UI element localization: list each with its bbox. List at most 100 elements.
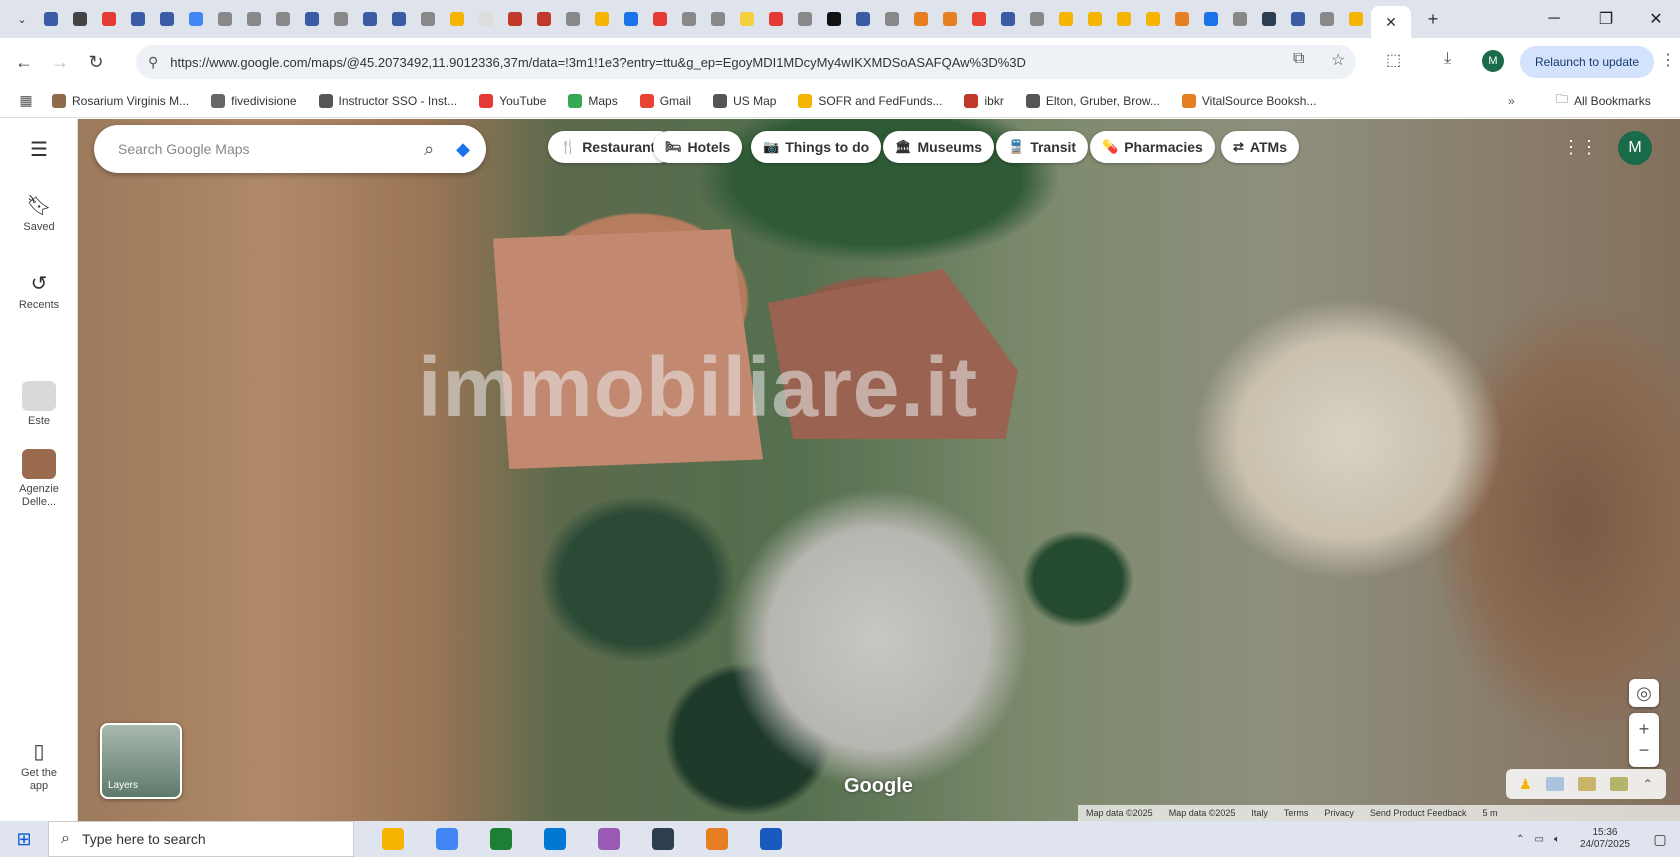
- pegman-icon[interactable]: ♟: [1519, 776, 1532, 793]
- maximize-button[interactable]: ❐: [1584, 0, 1628, 38]
- tab-favicon[interactable]: [907, 5, 935, 33]
- tab-favicon[interactable]: [1255, 5, 1283, 33]
- chip-things-to-do[interactable]: 📷 Things to do: [751, 131, 882, 163]
- tab-favicon[interactable]: [240, 5, 268, 33]
- tab-favicon[interactable]: [994, 5, 1022, 33]
- tab-favicon[interactable]: [1342, 5, 1370, 33]
- imagery-thumb-3[interactable]: [1610, 777, 1629, 791]
- volume-icon[interactable]: 🔈︎: [1554, 834, 1560, 845]
- tab-favicon[interactable]: [820, 5, 848, 33]
- taskbar-app[interactable]: [582, 821, 636, 857]
- tab-favicon[interactable]: [1313, 5, 1341, 33]
- extensions-icon[interactable]: ⬚: [1386, 50, 1401, 70]
- attribution-item[interactable]: Send Product Feedback: [1370, 808, 1467, 818]
- chip-museums[interactable]: 🏛 Museums: [883, 131, 995, 163]
- search-icon[interactable]: ⌕: [424, 139, 434, 160]
- chip-pharmacies[interactable]: 💊 Pharmacies: [1090, 131, 1215, 163]
- menu-button[interactable]: ☰: [0, 137, 78, 165]
- taskbar-app[interactable]: [474, 821, 528, 857]
- tab-favicon[interactable]: [791, 5, 819, 33]
- taskbar-app[interactable]: [690, 821, 744, 857]
- site-info-icon[interactable]: ⚲: [148, 54, 158, 71]
- bookmark-item[interactable]: VitalSource Booksh...: [1181, 93, 1316, 108]
- recent-place-este[interactable]: Este: [0, 381, 78, 427]
- minimize-button[interactable]: ─: [1532, 0, 1576, 38]
- tab-favicon[interactable]: [385, 5, 413, 33]
- more-bookmarks-icon[interactable]: »: [1508, 94, 1515, 108]
- tab-favicon[interactable]: [153, 5, 181, 33]
- directions-icon[interactable]: ◆: [456, 139, 470, 160]
- tab-favicon[interactable]: [1052, 5, 1080, 33]
- layers-button[interactable]: Layers: [100, 723, 182, 799]
- attribution-item[interactable]: Privacy: [1324, 808, 1354, 818]
- bookmark-item[interactable]: SOFR and FedFunds...: [798, 93, 942, 108]
- search-box[interactable]: Search Google Maps ⌕ ◆: [94, 125, 486, 173]
- bookmark-star-icon[interactable]: ☆: [1331, 50, 1345, 70]
- bookmark-item[interactable]: Rosarium Virginis M...: [52, 93, 189, 108]
- tab-search-button[interactable]: ⌄: [8, 5, 36, 33]
- tab-favicon[interactable]: [704, 5, 732, 33]
- active-tab[interactable]: ✕: [1371, 6, 1411, 38]
- zoom-in-button[interactable]: +: [1639, 719, 1650, 740]
- bookmark-item[interactable]: Maps: [568, 93, 618, 108]
- attribution-item[interactable]: Map data ©2025: [1086, 808, 1153, 818]
- tab-favicon[interactable]: [675, 5, 703, 33]
- attribution-item[interactable]: Terms: [1284, 808, 1309, 818]
- downloads-icon[interactable]: ⤓: [1444, 50, 1451, 68]
- saved-button[interactable]: 🔖︎ Saved: [0, 193, 78, 233]
- tab-favicon[interactable]: [443, 5, 471, 33]
- recents-button[interactable]: ↺ Recents: [0, 271, 78, 311]
- apps-grid-icon[interactable]: ▦: [0, 92, 52, 109]
- tab-favicon[interactable]: [211, 5, 239, 33]
- tab-favicon[interactable]: [559, 5, 587, 33]
- network-icon[interactable]: ▭: [1534, 834, 1543, 845]
- close-window-button[interactable]: ✕: [1634, 0, 1678, 38]
- tab-favicon[interactable]: [269, 5, 297, 33]
- relaunch-button[interactable]: Relaunch to update: [1520, 46, 1654, 78]
- tab-favicon[interactable]: [588, 5, 616, 33]
- tab-favicon[interactable]: [646, 5, 674, 33]
- address-bar[interactable]: ⚲ https://www.google.com/maps/@45.207349…: [136, 45, 1356, 79]
- back-button[interactable]: ←: [6, 44, 42, 80]
- tab-favicon[interactable]: [1226, 5, 1254, 33]
- tab-favicon[interactable]: [1284, 5, 1312, 33]
- tab-favicon[interactable]: [124, 5, 152, 33]
- taskbar-search-input[interactable]: Type here to search: [82, 831, 206, 847]
- close-tab-icon[interactable]: ✕: [1385, 14, 1397, 31]
- tab-favicon[interactable]: [530, 5, 558, 33]
- tab-favicon[interactable]: [1081, 5, 1109, 33]
- attribution-item[interactable]: Map data ©2025: [1169, 808, 1236, 818]
- tab-favicon[interactable]: [733, 5, 761, 33]
- tab-favicon[interactable]: [95, 5, 123, 33]
- tab-favicon[interactable]: [472, 5, 500, 33]
- tab-favicon[interactable]: [298, 5, 326, 33]
- tab-favicon[interactable]: [849, 5, 877, 33]
- taskbar-app[interactable]: [528, 821, 582, 857]
- taskbar-app[interactable]: [366, 821, 420, 857]
- my-location-button[interactable]: ◎: [1629, 679, 1659, 707]
- clock[interactable]: 15:36 24/07/2025: [1580, 827, 1630, 851]
- all-bookmarks-button[interactable]: 🗀 All Bookmarks: [1556, 90, 1651, 111]
- collapse-icon[interactable]: ⌃: [1643, 777, 1653, 791]
- search-input[interactable]: Search Google Maps: [118, 141, 424, 157]
- tab-favicon[interactable]: [327, 5, 355, 33]
- tab-favicon[interactable]: [37, 5, 65, 33]
- notifications-icon[interactable]: ▢: [1640, 831, 1680, 848]
- chip-atms[interactable]: ⇄ ATMs: [1221, 131, 1299, 163]
- chip-transit[interactable]: 🚆 Transit: [996, 131, 1089, 163]
- tab-favicon[interactable]: [965, 5, 993, 33]
- bookmark-item[interactable]: fivedivisione: [211, 93, 297, 108]
- bookmark-item[interactable]: YouTube: [479, 93, 546, 108]
- google-apps-icon[interactable]: ⋮⋮: [1562, 131, 1598, 163]
- forward-button[interactable]: →: [42, 44, 78, 80]
- zoom-out-button[interactable]: −: [1639, 740, 1650, 761]
- tab-favicon[interactable]: [617, 5, 645, 33]
- reload-button[interactable]: ↻: [78, 44, 114, 80]
- taskbar-app[interactable]: [636, 821, 690, 857]
- profile-avatar[interactable]: M: [1482, 50, 1504, 72]
- get-the-app-button[interactable]: ▯ Get the app: [0, 739, 78, 793]
- tab-favicon[interactable]: [501, 5, 529, 33]
- tab-favicon[interactable]: [66, 5, 94, 33]
- tab-favicon[interactable]: [936, 5, 964, 33]
- taskbar-app[interactable]: [744, 821, 798, 857]
